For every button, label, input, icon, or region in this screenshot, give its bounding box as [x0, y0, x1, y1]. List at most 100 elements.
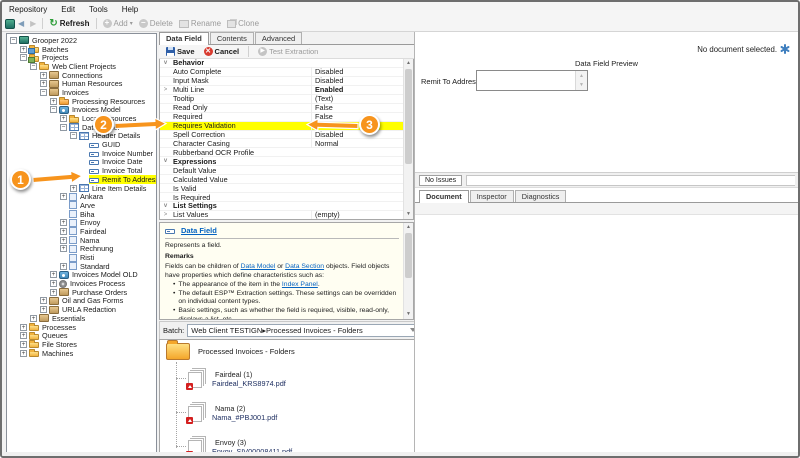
cancel-button[interactable]: ✕ Cancel: [201, 46, 243, 57]
menu-item-tools[interactable]: Tools: [82, 3, 115, 16]
tree-expander-plus-icon[interactable]: +: [60, 219, 67, 226]
tree-expander-plus-icon[interactable]: +: [20, 46, 27, 53]
save-button[interactable]: Save: [163, 46, 198, 57]
tree-expander-minus-icon[interactable]: −: [30, 63, 37, 70]
tree-item-data-model[interactable]: −Data Model: [7, 123, 156, 132]
tree-expander-minus-icon[interactable]: −: [50, 106, 57, 113]
tree-item-purchase-orders[interactable]: +Purchase Orders: [7, 288, 156, 297]
tree-item-standard[interactable]: +Standard: [7, 262, 156, 271]
tree-expander-plus-icon[interactable]: +: [20, 350, 27, 357]
add-button[interactable]: + Add ▾: [100, 18, 136, 29]
bullet-marker: •: [173, 290, 175, 306]
clone-button[interactable]: Clone: [224, 18, 262, 29]
tree-item-invoices-model[interactable]: −Invoices Model: [7, 106, 156, 115]
tree-item-risti[interactable]: Risti: [7, 253, 156, 262]
tree-expander-minus-icon[interactable]: −: [20, 54, 27, 61]
tree-expander-plus-icon[interactable]: +: [20, 341, 27, 348]
preview-tab-diagnostics[interactable]: Diagnostics: [515, 190, 567, 202]
tree-item-projects[interactable]: −Projects: [7, 53, 156, 62]
tree-item-guid[interactable]: GUID: [7, 140, 156, 149]
tab-advanced[interactable]: Advanced: [255, 32, 302, 44]
tree-expander-plus-icon[interactable]: +: [60, 237, 67, 244]
tree-item-queues[interactable]: +Queues: [7, 331, 156, 340]
tree-item-arve[interactable]: Arve: [7, 201, 156, 210]
tree-expander-plus-icon[interactable]: +: [40, 72, 47, 79]
tree-expander-plus-icon[interactable]: +: [50, 289, 57, 296]
tree-expander-plus-icon[interactable]: +: [30, 315, 37, 322]
tree-expander-plus-icon[interactable]: +: [60, 193, 67, 200]
rename-button[interactable]: Rename: [176, 18, 224, 29]
batch-root-folder[interactable]: Processed Invoices - Folders: [166, 343, 295, 360]
tree-item-web-client-projects[interactable]: −Web Client Projects: [7, 62, 156, 71]
property-row-list-values[interactable]: >List Values(empty): [160, 211, 413, 220]
app-window-icon: [5, 19, 15, 29]
tree-item-processes[interactable]: +Processes: [7, 323, 156, 332]
tree-item-biha[interactable]: Biha: [7, 210, 156, 219]
tree-item-invoices[interactable]: −Invoices: [7, 88, 156, 97]
tree-item-processing-resources[interactable]: +Processing Resources: [7, 97, 156, 106]
delete-button[interactable]: − Delete: [136, 18, 176, 29]
tree-item-batches[interactable]: +Batches: [7, 45, 156, 54]
tab-data-field[interactable]: Data Field: [159, 32, 209, 45]
batch-folder-name: Envoy (3): [215, 438, 246, 447]
tab-contents[interactable]: Contents: [210, 32, 254, 44]
test-extraction-button[interactable]: ▶ Test Extraction: [255, 46, 321, 57]
menu-item-help[interactable]: Help: [115, 3, 145, 16]
tree-expander-plus-icon[interactable]: +: [50, 280, 57, 287]
preview-tab-document[interactable]: Document: [419, 190, 469, 203]
tree-item-invoices-process[interactable]: +Invoices Process: [7, 279, 156, 288]
tree-item-grooper-2022[interactable]: −Grooper 2022: [7, 36, 156, 45]
menu-item-repository[interactable]: Repository: [2, 3, 54, 16]
back-button[interactable]: ◀: [15, 19, 27, 29]
tree-item-urla-redaction[interactable]: +URLA Redaction: [7, 305, 156, 314]
batch-selector[interactable]: Web Client TESTIGN▸Processed Invoices - …: [187, 324, 421, 337]
forward-button[interactable]: ▶: [27, 19, 39, 29]
batch-folder-file[interactable]: Nama_#PBJ001.pdf: [212, 413, 277, 422]
tree-expander-plus-icon[interactable]: +: [60, 263, 67, 270]
tree-expander-minus-icon[interactable]: −: [40, 89, 47, 96]
remit-to-address-input[interactable]: ▲▼: [476, 70, 588, 91]
tree-expander-plus-icon[interactable]: +: [70, 185, 77, 192]
preview-tab-inspector[interactable]: Inspector: [470, 190, 514, 202]
tree-item-header-details[interactable]: −Header Details: [7, 132, 156, 141]
tree-expander-plus-icon[interactable]: +: [60, 228, 67, 235]
help-link-data-model[interactable]: Data Model: [241, 263, 276, 270]
tree-item-local-resources[interactable]: +Local Resources: [7, 114, 156, 123]
help-scrollbar[interactable]: ▲ ▼: [403, 223, 413, 319]
tree-item-ankara[interactable]: +Ankara: [7, 192, 156, 201]
tree-item-file-stores[interactable]: +File Stores: [7, 340, 156, 349]
field-scroll-spinner[interactable]: ▲▼: [575, 71, 587, 90]
refresh-button[interactable]: ↻ Refresh: [46, 18, 92, 29]
tree-expander-plus-icon[interactable]: +: [60, 115, 67, 122]
tree-item-connections[interactable]: +Connections: [7, 71, 156, 80]
tree-expander-plus-icon[interactable]: +: [50, 271, 57, 278]
tree-expander-plus-icon[interactable]: +: [20, 332, 27, 339]
tree-item-invoice-date[interactable]: Invoice Date: [7, 158, 156, 167]
tree-item-rechnung[interactable]: +Rechnung: [7, 245, 156, 254]
tree-item-essentials[interactable]: +Essentials: [7, 314, 156, 323]
tree-item-nama[interactable]: +Nama: [7, 236, 156, 245]
tree-item-human-resources[interactable]: +Human Resources: [7, 79, 156, 88]
tree-expander-plus-icon[interactable]: +: [40, 80, 47, 87]
tree-item-fairdeal[interactable]: +Fairdeal: [7, 227, 156, 236]
tree-expander-minus-icon[interactable]: −: [60, 124, 67, 131]
tree-expander-plus-icon[interactable]: +: [40, 306, 47, 313]
help-link-data-section[interactable]: Data Section: [285, 263, 324, 270]
tree-expander-plus-icon[interactable]: +: [40, 297, 47, 304]
batch-folder-file[interactable]: Fairdeal_KRS8974.pdf: [212, 379, 286, 388]
property-grid-scrollbar[interactable]: ▲ ▼: [403, 59, 413, 219]
tree-expander-minus-icon[interactable]: −: [70, 132, 77, 139]
help-link-index-panel[interactable]: Index Panel: [282, 281, 318, 288]
tree-item-envoy[interactable]: +Envoy: [7, 218, 156, 227]
menu-item-edit[interactable]: Edit: [54, 3, 82, 16]
data-field-help-link[interactable]: Data Field: [181, 226, 217, 235]
tree-expander-plus-icon[interactable]: +: [20, 324, 27, 331]
tree-expander-plus-icon[interactable]: +: [60, 245, 67, 252]
tree-expander-plus-icon[interactable]: +: [50, 98, 57, 105]
tree-item-oil-and-gas-forms[interactable]: +Oil and Gas Forms: [7, 297, 156, 306]
tree-expander-minus-icon[interactable]: −: [10, 37, 17, 44]
tree-item-invoice-number[interactable]: Invoice Number: [7, 149, 156, 158]
toolbar-separator: [96, 18, 97, 29]
tree-item-invoices-model-old[interactable]: +Invoices Model OLD: [7, 271, 156, 280]
tree-item-machines[interactable]: +Machines: [7, 349, 156, 358]
